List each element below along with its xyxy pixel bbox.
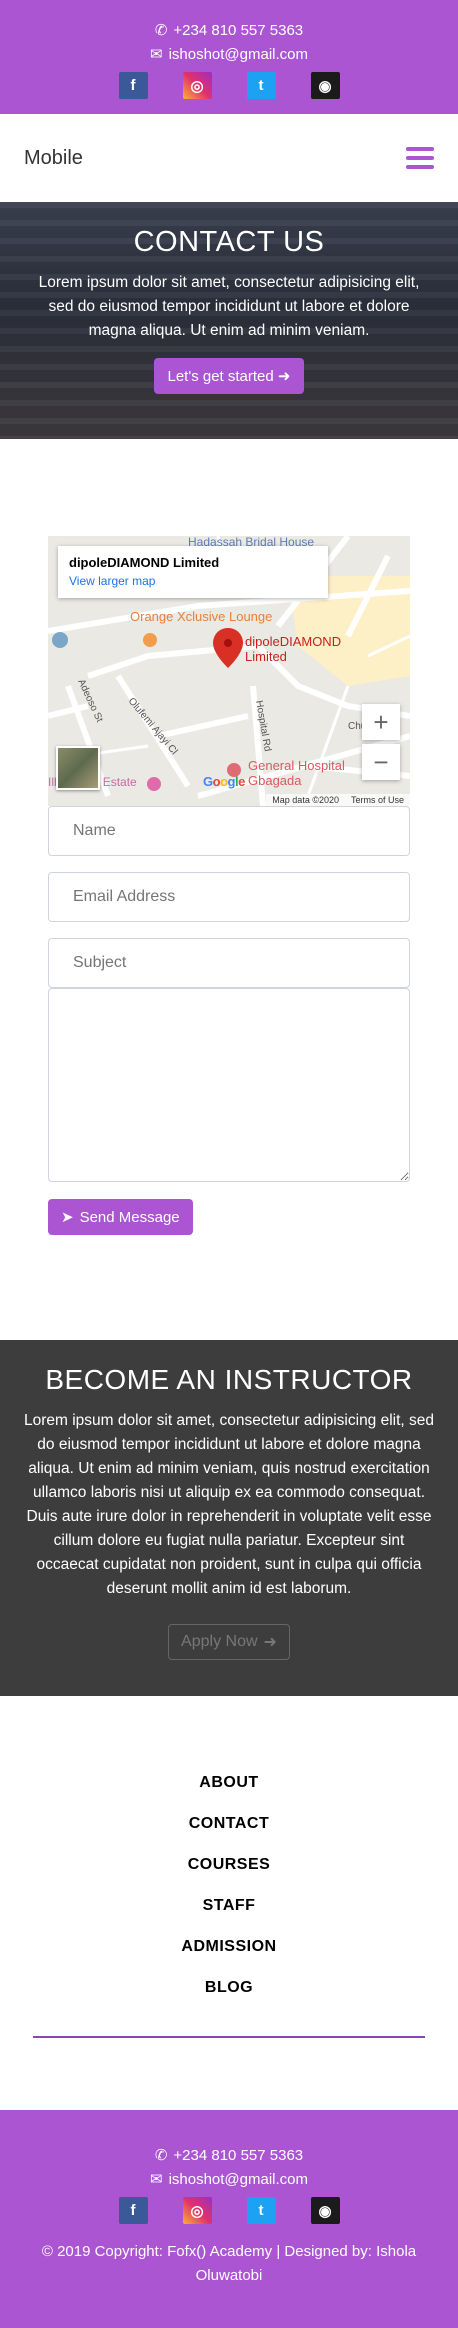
envelope-icon: ✉ xyxy=(149,46,163,63)
footer-link-blog[interactable]: BLOG xyxy=(0,1967,458,2008)
phone-icon: ✆ xyxy=(154,22,168,39)
footer-link-contact[interactable]: CONTACT xyxy=(0,1803,458,1844)
view-larger-map-link[interactable]: View larger map xyxy=(69,574,317,588)
send-message-button[interactable]: ➤ Send Message xyxy=(48,1199,193,1235)
arrow-right-icon: ➜ xyxy=(277,368,291,385)
shop-marker-icon xyxy=(147,777,161,791)
twitter-icon[interactable]: t xyxy=(246,2197,276,2224)
place-name: dipoleDIAMOND Limited xyxy=(69,555,220,570)
phone-number: +234 810 557 5363 xyxy=(173,22,304,39)
footer-link-about[interactable]: ABOUT xyxy=(0,1762,458,1803)
contact-hero: CONTACT US Lorem ipsum dolor sit amet, c… xyxy=(0,202,458,439)
footer-link-courses[interactable]: COURSES xyxy=(0,1844,458,1885)
hero-text: Lorem ipsum dolor sit amet, consectetur … xyxy=(38,274,420,339)
hamburger-menu-icon[interactable] xyxy=(406,147,434,169)
contact-section: Hadassah Bridal House Orange Xclusive Lo… xyxy=(0,439,458,1235)
phone-line: ✆ +234 810 557 5363 xyxy=(0,19,458,43)
place-card: dipoleDIAMOND Limited View larger map xyxy=(58,546,328,598)
send-message-label: Send Message xyxy=(79,1208,180,1226)
footer-phone-number: +234 810 557 5363 xyxy=(173,2147,304,2164)
terms-of-use-link[interactable]: Terms of Use xyxy=(351,795,404,805)
envelope-icon: ✉ xyxy=(149,2171,163,2188)
zoom-out-button[interactable]: − xyxy=(362,744,400,780)
github-icon[interactable]: ◉ xyxy=(310,72,340,99)
paper-plane-icon: ➤ xyxy=(61,1209,74,1226)
footer-email-line: ✉ ishoshot@gmail.com xyxy=(0,2168,458,2192)
github-icon[interactable]: ◉ xyxy=(310,2197,340,2224)
map-data-text: Map data ©2020 xyxy=(272,795,339,805)
footer-phone-line: ✆ +234 810 557 5363 xyxy=(0,2144,458,2168)
brand-name[interactable]: Mobile xyxy=(24,147,83,170)
map-attribution: Map data ©2020 Terms of Use xyxy=(266,794,410,806)
satellite-toggle-button[interactable] xyxy=(56,746,100,790)
phone-icon: ✆ xyxy=(154,2147,168,2164)
map-embed[interactable]: Hadassah Bridal House Orange Xclusive Lo… xyxy=(48,536,410,806)
subject-input[interactable] xyxy=(48,938,410,988)
facebook-icon[interactable]: f xyxy=(118,2197,148,2224)
get-started-label: Let's get started xyxy=(167,368,274,385)
email-input[interactable] xyxy=(48,872,410,922)
contact-form: ➤ Send Message xyxy=(48,806,410,1235)
apply-now-button[interactable]: Apply Now ➜ xyxy=(168,1624,290,1660)
instagram-icon[interactable]: ◎ xyxy=(182,72,212,99)
page-title: CONTACT US xyxy=(133,226,325,258)
social-links: f ◎ t ◉ xyxy=(0,72,458,99)
google-logo: Google xyxy=(203,774,245,789)
get-started-button[interactable]: Let's get started ➜ xyxy=(154,358,304,394)
footer-nav: ABOUT CONTACT COURSES STAFF ADMISSION BL… xyxy=(0,1696,458,2038)
poi-marker-icon xyxy=(52,632,68,648)
top-contact-bar: ✆ +234 810 557 5363 ✉ ishoshot@gmail.com… xyxy=(0,0,458,114)
facebook-icon[interactable]: f xyxy=(118,72,148,99)
twitter-icon[interactable]: t xyxy=(246,72,276,99)
copyright-text: © 2019 Copyright: Fofx() Academy | Desig… xyxy=(41,2243,417,2284)
navbar: Mobile xyxy=(0,114,458,202)
footer: ✆ +234 810 557 5363 ✉ ishoshot@gmail.com… xyxy=(0,2110,458,2328)
instructor-title: BECOME AN INSTRUCTOR xyxy=(45,1364,413,1395)
lounge-marker-icon xyxy=(143,633,157,647)
message-textarea[interactable] xyxy=(48,988,410,1182)
instructor-text: Lorem ipsum dolor sit amet, consectetur … xyxy=(23,1412,435,1597)
footer-email-address: ishoshot@gmail.com xyxy=(168,2171,309,2188)
footer-link-staff[interactable]: STAFF xyxy=(0,1885,458,1926)
footer-link-admission[interactable]: ADMISSION xyxy=(0,1926,458,1967)
email-line: ✉ ishoshot@gmail.com xyxy=(0,43,458,67)
arrow-right-icon: ➜ xyxy=(263,1634,277,1651)
name-input[interactable] xyxy=(48,806,410,856)
apply-now-label: Apply Now xyxy=(181,1633,258,1650)
map-label-lounge: Orange Xclusive Lounge xyxy=(130,609,272,624)
footer-social-links: f ◎ t ◉ xyxy=(0,2197,458,2224)
footer-divider xyxy=(33,2036,425,2038)
instagram-icon[interactable]: ◎ xyxy=(182,2197,212,2224)
zoom-in-button[interactable]: + xyxy=(362,704,400,740)
email-address: ishoshot@gmail.com xyxy=(168,46,309,63)
instructor-section: BECOME AN INSTRUCTOR Lorem ipsum dolor s… xyxy=(0,1340,458,1696)
